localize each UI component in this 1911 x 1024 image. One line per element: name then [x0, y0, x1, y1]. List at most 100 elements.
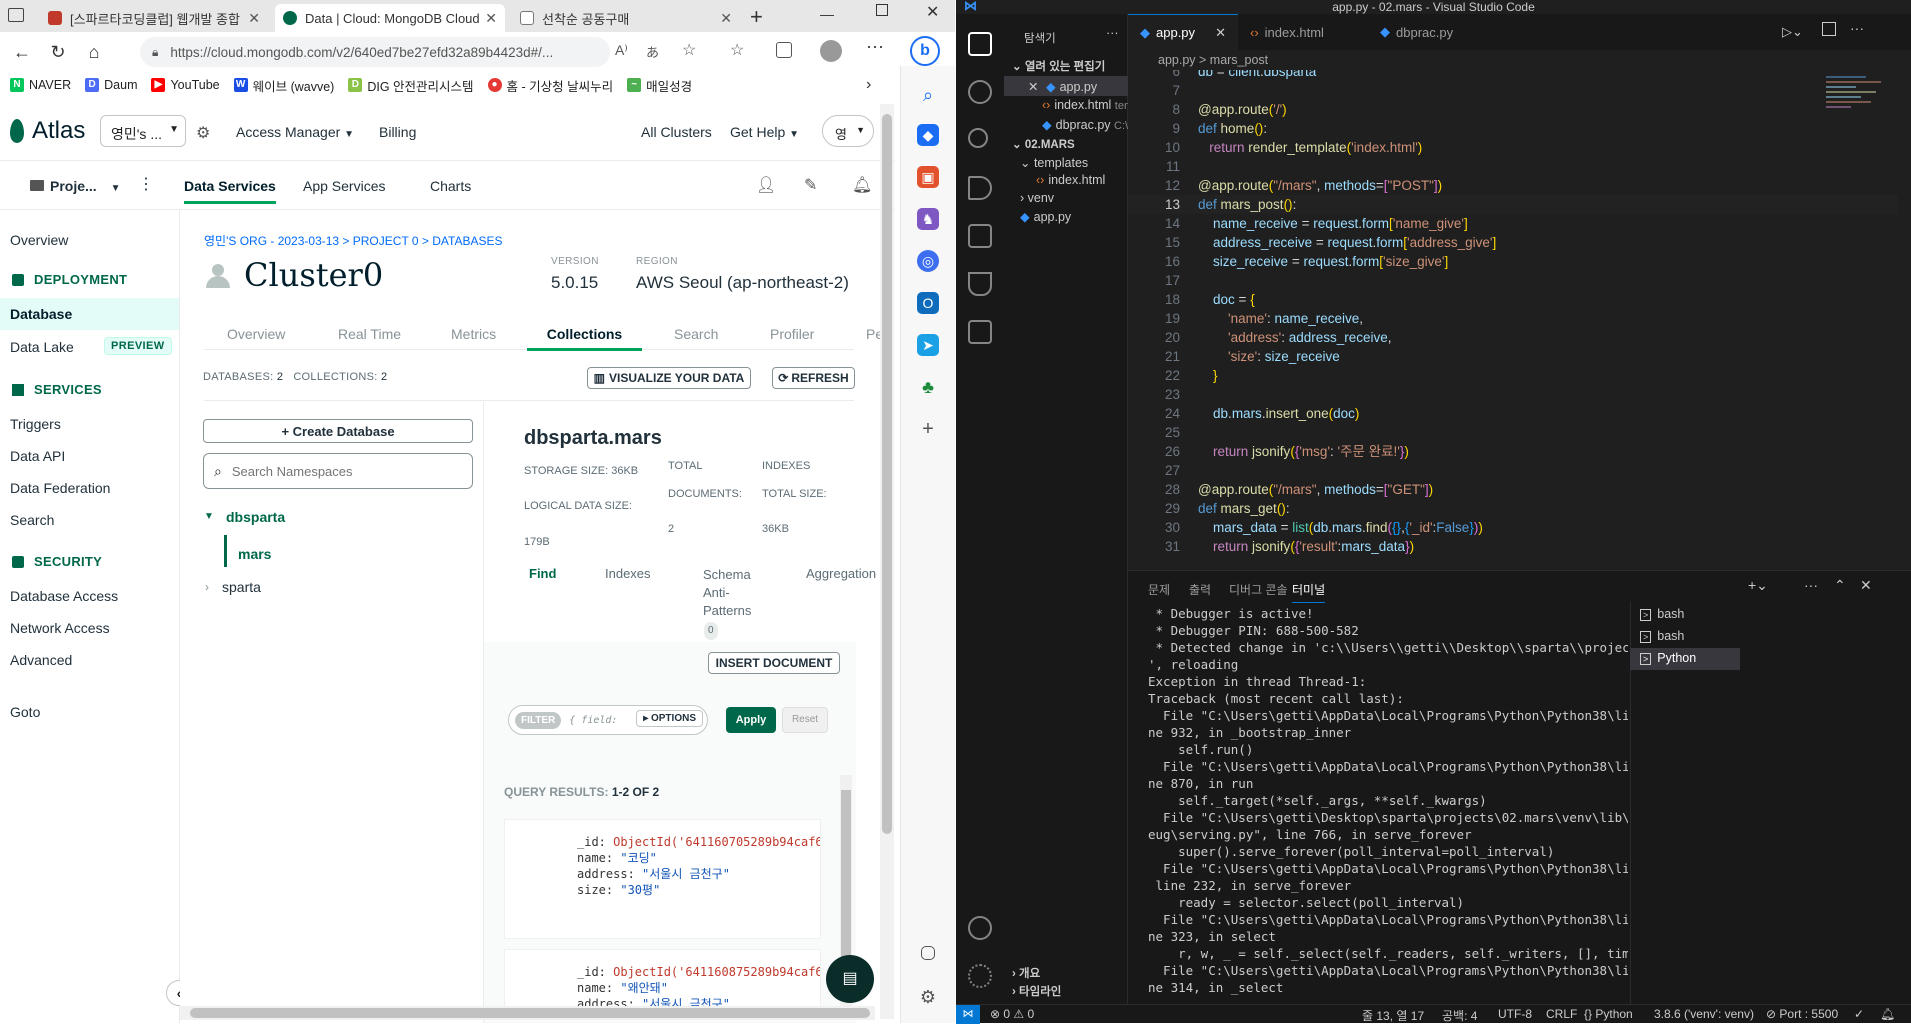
- python-interpreter[interactable]: 3.8.6 ('venv': venv): [1654, 1007, 1754, 1021]
- new-tab-icon[interactable]: +: [750, 4, 763, 30]
- tree-icon[interactable]: ♣: [917, 376, 939, 398]
- open-editor-app-py[interactable]: ✕ ◆ app.py: [1028, 79, 1097, 94]
- notifications-bell-icon[interactable]: 🔔︎: [852, 175, 872, 195]
- nav-data-federation[interactable]: Data Federation: [10, 480, 110, 496]
- bookmark-youtube[interactable]: ▶ YouTube: [151, 78, 220, 92]
- nav-tab-app-services[interactable]: App Services: [303, 178, 385, 194]
- panel-tab-terminal[interactable]: 터미널: [1292, 581, 1326, 603]
- cluster-tab-profiler[interactable]: Profiler: [770, 326, 814, 342]
- office-icon[interactable]: ◎: [917, 250, 939, 272]
- cluster-tab-overview[interactable]: Overview: [227, 326, 285, 342]
- profile-avatar[interactable]: [820, 40, 842, 62]
- filter-input[interactable]: { field:: [569, 715, 617, 726]
- accounts-status-icon[interactable]: ✓: [1854, 1007, 1864, 1021]
- close-tab-icon[interactable]: ✕: [248, 10, 260, 27]
- translate-icon[interactable]: あ: [646, 42, 659, 61]
- search-namespaces-input[interactable]: [231, 463, 452, 479]
- remote-explorer-icon[interactable]: [968, 320, 992, 344]
- minimize-icon[interactable]: —: [820, 6, 834, 22]
- manage-gear-icon[interactable]: [968, 964, 992, 988]
- sidebar-toggle-icon[interactable]: [921, 946, 935, 960]
- tab-actions-icon[interactable]: [8, 8, 24, 22]
- nav-overview[interactable]: Overview: [10, 232, 68, 248]
- nav-advanced[interactable]: Advanced: [10, 652, 72, 668]
- namespace-search-field[interactable]: ⌕: [203, 453, 473, 489]
- browser-tab-sparta[interactable]: [스파르타코딩클럽] 웹개발 종합 ✕: [40, 4, 268, 32]
- cluster-tab-search[interactable]: Search: [674, 326, 718, 342]
- db-item-sparta[interactable]: sparta: [222, 579, 261, 595]
- folder-02-mars[interactable]: ⌄ 02.MARS: [1012, 137, 1075, 151]
- bookmark-dig[interactable]: D DIG 안전관리시스템: [348, 76, 474, 95]
- extensions-icon[interactable]: [968, 224, 992, 248]
- indentation[interactable]: 공백: 4: [1442, 1007, 1477, 1024]
- search-icon[interactable]: ⌕: [917, 84, 939, 106]
- read-aloud-icon[interactable]: A⁾: [615, 42, 628, 59]
- close-tab-icon[interactable]: ✕: [485, 10, 497, 27]
- games-icon[interactable]: ♞: [917, 208, 939, 230]
- create-database-button[interactable]: + Create Database: [203, 419, 473, 443]
- project-selector[interactable]: Proje... ▼: [30, 178, 120, 194]
- favorites-icon[interactable]: ☆: [730, 40, 744, 60]
- close-window-icon[interactable]: ✕: [926, 2, 939, 22]
- insert-document-button[interactable]: INSERT DOCUMENT: [708, 652, 840, 674]
- nav-triggers[interactable]: Triggers: [10, 416, 61, 432]
- search-icon[interactable]: [968, 80, 992, 104]
- nav-goto[interactable]: Goto: [10, 704, 40, 720]
- home-icon[interactable]: ⌂: [76, 42, 112, 63]
- editor-tab-app-py[interactable]: ◆ app.py ✕: [1128, 14, 1238, 50]
- horizontal-scrollbar[interactable]: [180, 1006, 875, 1020]
- live-server-port[interactable]: ⊘ Port : 5500: [1766, 1007, 1838, 1021]
- all-clusters-link[interactable]: All Clusters: [641, 124, 712, 140]
- editor-more-icon[interactable]: ···: [1850, 20, 1864, 36]
- source-control-icon[interactable]: [968, 128, 988, 148]
- testing-icon[interactable]: [968, 272, 992, 296]
- nav-network-access[interactable]: Network Access: [10, 620, 110, 636]
- problems-indicator[interactable]: ⊗ 0 ⚠ 0: [990, 1007, 1034, 1021]
- settings-icon[interactable]: ⚙: [917, 986, 939, 1008]
- cluster-tab-metrics[interactable]: Metrics: [451, 326, 496, 342]
- invite-user-icon[interactable]: 👤︎: [756, 175, 776, 195]
- activity-icon[interactable]: ✎: [804, 175, 817, 195]
- panel-tab-problems[interactable]: 문제: [1148, 581, 1170, 598]
- code-view[interactable]: 6 db = client.dbsparta 7 8 @app.route('/')…: [1128, 70, 1898, 570]
- bookmark-weather[interactable]: ● 홈 - 기상청 날씨누리: [487, 76, 613, 95]
- refresh-button[interactable]: ⟳ REFRESH: [772, 367, 855, 389]
- cluster-tab-real-time[interactable]: Real Time: [338, 326, 401, 342]
- panel-tab-output[interactable]: 출력: [1189, 581, 1211, 598]
- db-item-dbsparta[interactable]: dbsparta: [226, 509, 285, 525]
- nav-data-lake[interactable]: Data Lake PREVIEW: [10, 337, 172, 355]
- bookmarks-more-icon[interactable]: ›: [866, 76, 871, 94]
- split-editor-icon[interactable]: [1822, 22, 1836, 36]
- nav-database[interactable]: Database: [10, 306, 72, 322]
- drop-icon[interactable]: ➤: [917, 334, 939, 356]
- subtab-schema-anti-patterns[interactable]: Schema Anti- Patterns 0: [703, 566, 751, 640]
- language-mode[interactable]: {} Python: [1584, 1007, 1633, 1021]
- collections-icon[interactable]: [776, 42, 792, 58]
- minimap[interactable]: [1826, 70, 1896, 160]
- bookmark-naver[interactable]: N NAVER: [10, 78, 71, 92]
- options-button[interactable]: ▸ OPTIONS: [636, 710, 703, 727]
- editor-tab-dbprac-py[interactable]: ◆ dbprac.py: [1368, 14, 1465, 50]
- shopping-tag-icon[interactable]: ◆: [917, 124, 939, 146]
- org-selector[interactable]: 영민's ... ▼: [100, 115, 186, 147]
- reset-button[interactable]: Reset: [782, 707, 828, 733]
- panel-more-icon[interactable]: ···: [1804, 577, 1818, 593]
- new-terminal-icon[interactable]: +⌄: [1748, 577, 1768, 594]
- explorer-icon[interactable]: [968, 32, 992, 56]
- user-menu[interactable]: 영 ▼: [822, 115, 874, 147]
- page-scrollbar[interactable]: [880, 104, 894, 1019]
- favorite-add-icon[interactable]: ☆: [682, 40, 696, 60]
- terminal-item-bash-2[interactable]: > bash: [1640, 629, 1684, 643]
- tree-venv[interactable]: › venv: [1020, 191, 1054, 205]
- tree-index-html[interactable]: ‹› index.html: [1036, 173, 1105, 187]
- subtab-aggregation[interactable]: Aggregation: [806, 566, 876, 581]
- notifications-bell-icon[interactable]: 🔔︎: [1880, 1007, 1895, 1021]
- reload-icon[interactable]: ↻: [40, 42, 76, 63]
- open-editors-section[interactable]: ⌄ 열려 있는 편집기: [1012, 58, 1105, 74]
- nav-database-access[interactable]: Database Access: [10, 588, 118, 604]
- collection-item-mars[interactable]: mars: [238, 546, 271, 562]
- panel-tab-debug-console[interactable]: 디버그 콘솔: [1229, 581, 1288, 598]
- chat-support-button[interactable]: ▤: [826, 955, 874, 1003]
- editor-tab-index-html[interactable]: ‹› index.html: [1238, 14, 1336, 50]
- filter-bar[interactable]: FILTER { field: ▸ OPTIONS: [508, 705, 708, 735]
